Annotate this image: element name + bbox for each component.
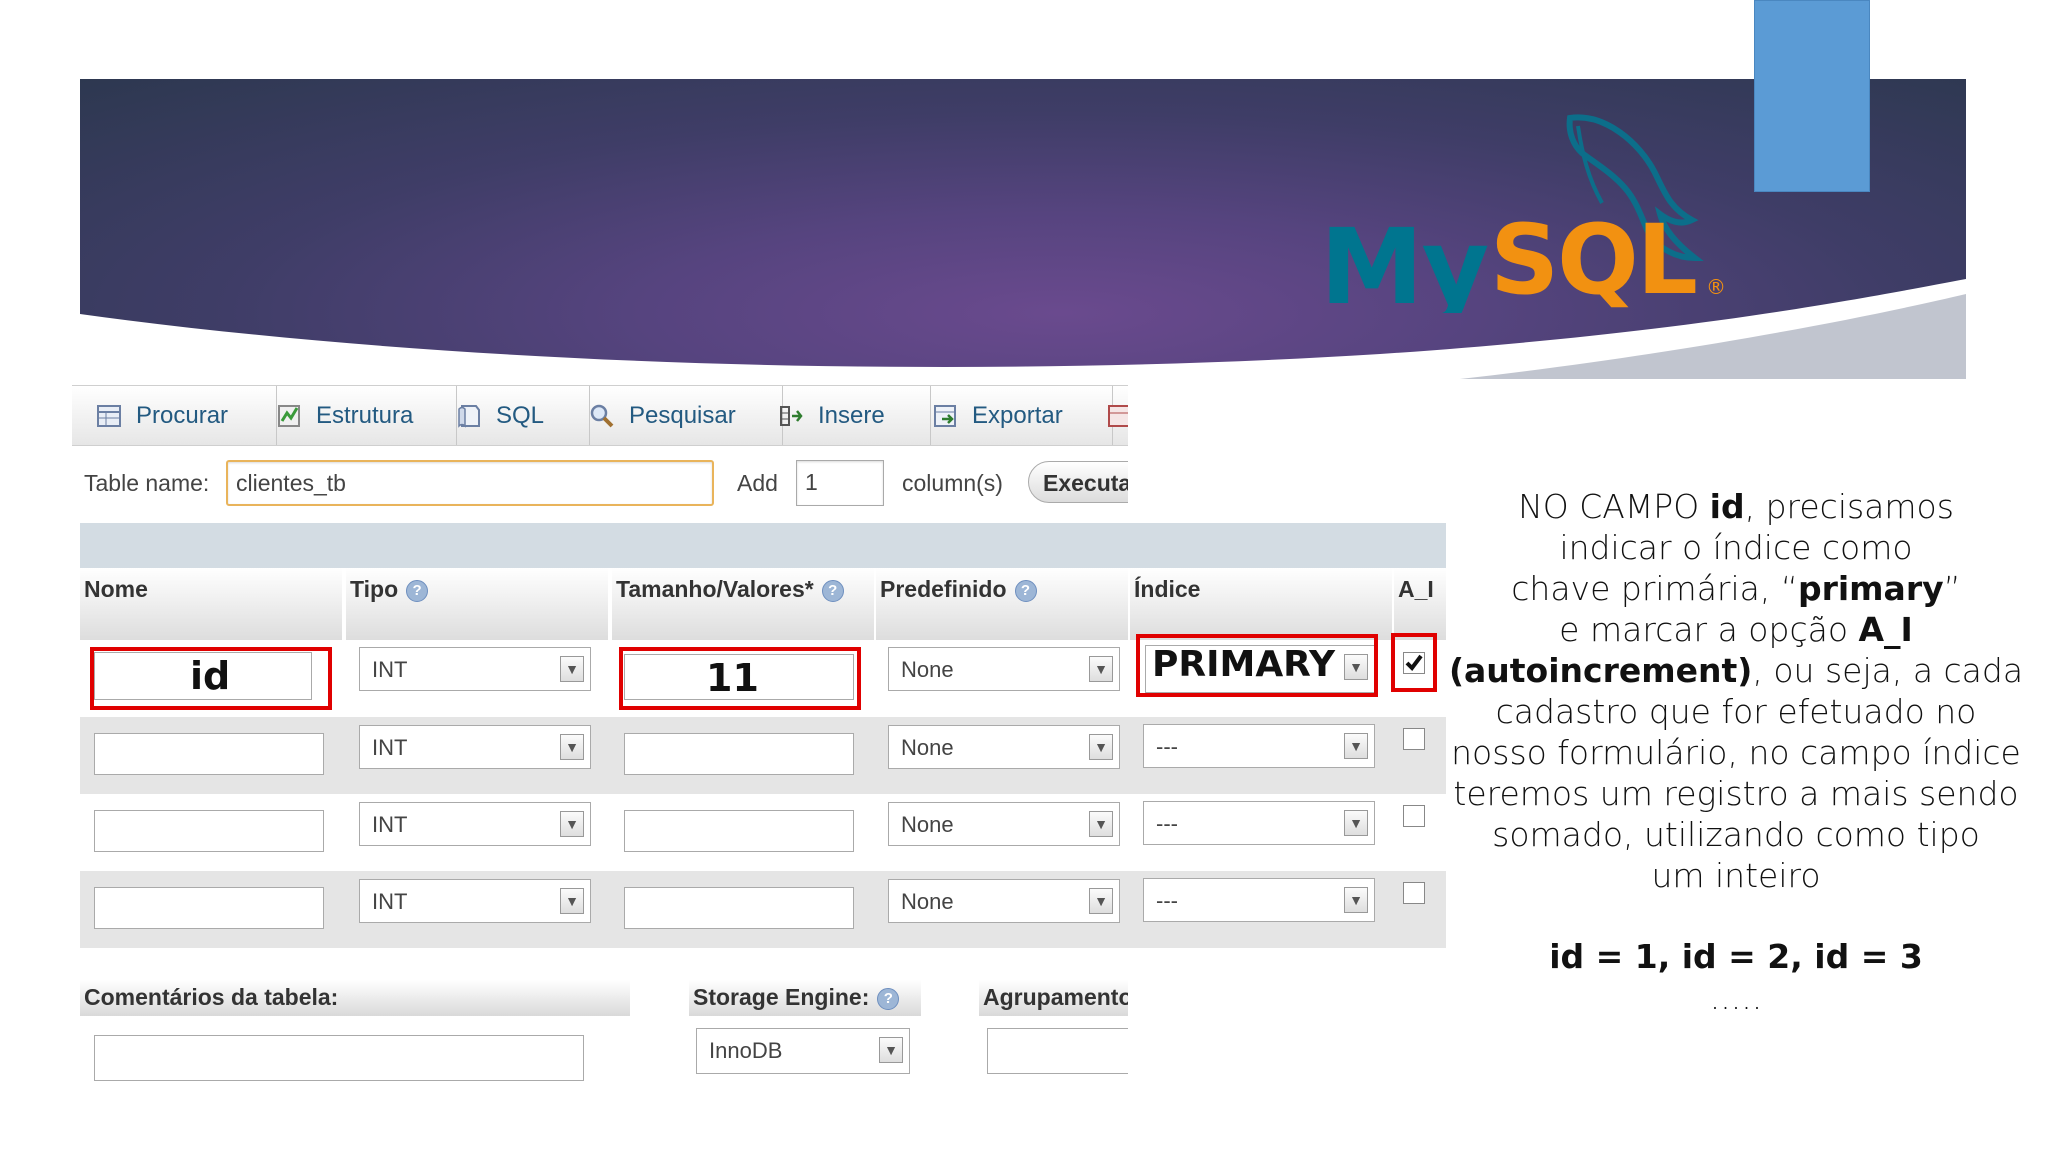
predefinido-select[interactable]: None ▼ [888, 647, 1120, 691]
add-columns-input[interactable]: 1 [796, 460, 884, 506]
browse-icon [97, 404, 121, 427]
nome-value: id [190, 654, 231, 698]
tipo-select[interactable]: INT ▼ [359, 647, 591, 691]
highlight-ai [1391, 633, 1437, 692]
columns-suffix-label: column(s) [902, 470, 1003, 496]
tab-estrutura[interactable]: Estrutura [252, 386, 457, 445]
comentarios-input[interactable] [94, 1035, 584, 1081]
tab-insere[interactable]: Insere [758, 386, 931, 445]
indice-select[interactable]: --- ▼ [1143, 878, 1375, 922]
chevron-down-icon: ▼ [879, 1037, 903, 1063]
insert-icon [780, 405, 803, 426]
chevron-down-icon: ▼ [1344, 733, 1368, 759]
search-icon [590, 404, 614, 427]
tipo-select[interactable]: INT ▼ [359, 802, 591, 846]
mysql-logo-icon: My SQL ® [1320, 114, 1726, 313]
sql-icon [458, 404, 480, 428]
chevron-down-icon: ▼ [560, 888, 584, 914]
predefinido-select[interactable]: None ▼ [888, 725, 1120, 769]
chevron-down-icon: ▼ [1344, 810, 1368, 836]
predefinido-select[interactable]: None ▼ [888, 879, 1120, 923]
svg-text:My: My [1320, 206, 1487, 313]
header-indice: Índice [1130, 568, 1392, 640]
header-ai: A_I [1394, 568, 1446, 640]
tab-more[interactable] [1090, 386, 1128, 445]
tab-label: Estrutura [316, 401, 414, 429]
export-icon [934, 404, 956, 427]
ai-checkbox[interactable] [1403, 882, 1425, 904]
tamanho-input[interactable] [624, 810, 854, 852]
svg-text:SQL: SQL [1490, 204, 1696, 313]
tamanho-value: 11 [706, 656, 759, 700]
tab-label: SQL [496, 401, 545, 429]
chevron-down-icon: ▼ [560, 656, 584, 682]
grid-top-bar [80, 523, 1446, 568]
chevron-down-icon: ▼ [1344, 887, 1368, 913]
header-tamanho: Tamanho/Valores*? [612, 568, 874, 640]
nome-input[interactable] [94, 887, 324, 929]
ai-checkbox[interactable] [1403, 728, 1425, 750]
explanation-text: NO CAMPO id, precisamos indicar o índice… [1440, 486, 2032, 1018]
decorative-blue-tab [1754, 0, 1870, 192]
svg-text:®: ® [1706, 275, 1726, 299]
predefinido-select[interactable]: None ▼ [888, 802, 1120, 846]
chevron-down-icon: ▼ [1089, 656, 1113, 682]
nome-input[interactable] [94, 810, 324, 852]
chevron-down-icon: ▼ [560, 734, 584, 760]
tamanho-input[interactable] [624, 733, 854, 775]
ellipsis-text: ..... [1709, 978, 1763, 1017]
table-row: INT ▼ None ▼ --- ▼ [80, 871, 1446, 948]
help-icon[interactable]: ? [821, 579, 844, 602]
tab-label: Exportar [972, 401, 1063, 429]
structure-icon [278, 404, 300, 427]
nome-input[interactable] [94, 733, 324, 775]
example-text: id = 1, id = 2, id = 3 [1549, 937, 1923, 976]
tab-exportar[interactable]: Exportar [910, 386, 1113, 445]
help-icon[interactable]: ? [1014, 579, 1037, 602]
indice-select[interactable]: --- ▼ [1143, 724, 1375, 768]
help-icon[interactable]: ? [406, 579, 429, 602]
header-tipo: Tipo? [346, 568, 608, 640]
chevron-down-icon: ▼ [560, 811, 584, 837]
tamanho-input[interactable] [624, 887, 854, 929]
table-name-input[interactable]: clientes_tb [226, 460, 714, 506]
tab-label: Pesquisar [629, 401, 736, 429]
table-row: INT ▼ None ▼ --- ▼ [80, 717, 1446, 794]
agrupamento-header: Agrupamento [979, 980, 1128, 1016]
agrupamento-select[interactable] [987, 1028, 1128, 1074]
ai-checkbox[interactable] [1403, 805, 1425, 827]
tipo-select[interactable]: INT ▼ [359, 879, 591, 923]
comentarios-header: Comentários da tabela: [80, 980, 630, 1016]
execute-button[interactable]: Executa [1028, 461, 1128, 505]
storage-engine-header: Storage Engine:? [689, 980, 921, 1016]
table-row: INT ▼ None ▼ --- ▼ [80, 794, 1446, 871]
tab-label: Procurar [136, 401, 229, 429]
tab-pesquisar[interactable]: Pesquisar [565, 386, 783, 445]
tab-label: Insere [818, 401, 885, 429]
table-name-label: Table name: [84, 470, 210, 496]
storage-engine-select[interactable]: InnoDB ▼ [696, 1028, 910, 1074]
tab-procurar[interactable]: Procurar [72, 386, 277, 445]
chevron-down-icon: ▼ [1089, 734, 1113, 760]
header-predefinido: Predefinido? [876, 568, 1128, 640]
chevron-down-icon: ▼ [1089, 888, 1113, 914]
chevron-down-icon: ▼ [1089, 811, 1113, 837]
indice-value: PRIMARY [1152, 644, 1336, 685]
add-label: Add [737, 470, 778, 496]
tipo-select[interactable]: INT ▼ [359, 725, 591, 769]
header-nome: Nome [80, 568, 342, 640]
import-icon [1108, 404, 1128, 427]
toolbar: Procurar Estrutura SQL Pesquisar Insere … [72, 385, 1128, 446]
help-icon[interactable]: ? [877, 987, 900, 1010]
indice-select[interactable]: --- ▼ [1143, 801, 1375, 845]
